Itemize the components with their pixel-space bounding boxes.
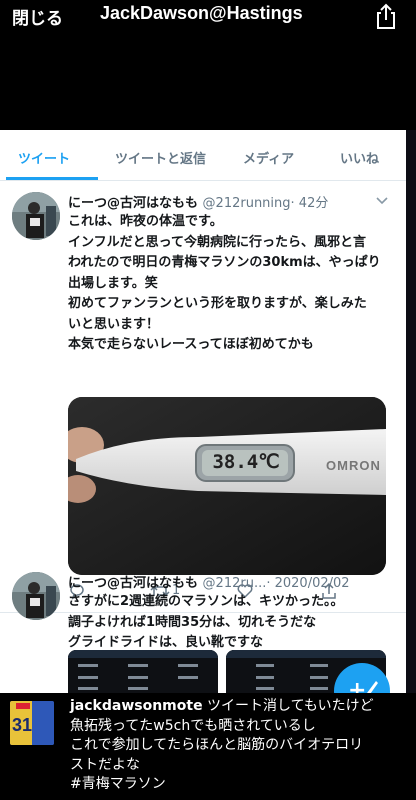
tweet-author[interactable]: にーつ@古河はなもも @212ru...· 2020/02/02 [68,572,350,591]
tab-media[interactable]: メディア [243,148,294,167]
user-handle: @212ru... [202,576,267,591]
thermometer-brand: OMRON [326,458,381,473]
tweet-line: インフルだと思って今朝病院に行ったら、風邪と言 [68,234,366,250]
top-bar: 閉じる JackDawson@Hastings [0,0,416,34]
tweet-time: · 2020/02/02 [266,576,350,591]
tab-tweets-and-replies[interactable]: ツイートと返信 [115,148,206,167]
tweet-line: 初めてファンランという形を取りますが、楽しみた [68,296,367,311]
svg-text:+: + [348,678,366,693]
profile-tabs: ツイート ツイートと返信 メディア いいね [0,130,406,181]
user-handle: @212running [202,196,291,211]
tweet-author[interactable]: にーつ@古河はなもも @212running· 42分 [68,192,328,211]
comment-line: ツイート消してもいたけど [202,698,374,714]
avatar[interactable] [12,192,60,240]
tweet-photo[interactable] [68,650,218,693]
tweet-line: 本気で走らないレースってほぼ初めてかも [68,337,314,352]
compose-tweet-button[interactable]: + [334,663,390,693]
thermometer-reading: 38.4℃ [212,451,280,473]
jersey-number: 31 [12,715,33,735]
tweet-line: われたので明日の青梅マラソンの30kmは、やっぱり [68,255,381,270]
avatar[interactable]: 31 [10,701,54,745]
display-name: にーつ@古河はなもも [68,196,199,211]
tweet-text: これは、昨夜の体温です。 インフルだと思って今朝病院に行ったら、風邪と言 われた… [68,212,398,356]
tweet-text: さすがに2週連続のマラソンは、キツかった。。 調子よければ1時間35分は、切れそ… [68,592,398,654]
screenshot-edge [406,130,416,693]
display-name: にーつ@古河はなもも [68,576,199,591]
comment-line: これで参加してたらほんと脳筋のバイオテロリ [70,737,364,753]
comment-hashtag[interactable]: #青梅マラソン [70,775,410,795]
tweet-line: 調子よければ1時間35分は、切れそうだな [68,614,317,630]
tweet-photo[interactable] [68,397,386,575]
comment-line: ストだよな [70,756,140,773]
tweet-line: これは、昨夜の体温です。 [68,214,223,229]
tab-tweets[interactable]: ツイート [18,148,70,167]
tweet-line: さすがに2週連続のマラソンは、キツかった。。 [68,594,344,609]
tweet-time: · 42分 [290,196,329,211]
tab-likes[interactable]: いいね [340,148,379,167]
comment-overlay: 31 jackdawsonmote ツイート消してもいたけど 魚拓残ってたw5c… [0,693,416,800]
comment-username[interactable]: jackdawsonmote [70,698,203,714]
active-tab-indicator [6,177,98,180]
share-icon[interactable] [372,2,400,30]
page-title: JackDawson@Hastings [100,3,303,23]
tweet-screenshot: ツイート ツイートと返信 メディア いいね にーつ@古河はなもも @212run… [0,130,406,693]
chevron-down-icon[interactable] [376,197,388,205]
avatar[interactable] [12,572,60,620]
comment-text: jackdawsonmote ツイート消してもいたけど 魚拓残ってたw5chでも… [70,697,410,795]
tweet-line: 出場します。笑 [68,275,158,291]
comment-line: 魚拓残ってたw5chでも晒されているし [70,717,316,734]
close-button[interactable]: 閉じる [12,4,63,29]
tweet-line: いと思います！ [68,316,160,332]
